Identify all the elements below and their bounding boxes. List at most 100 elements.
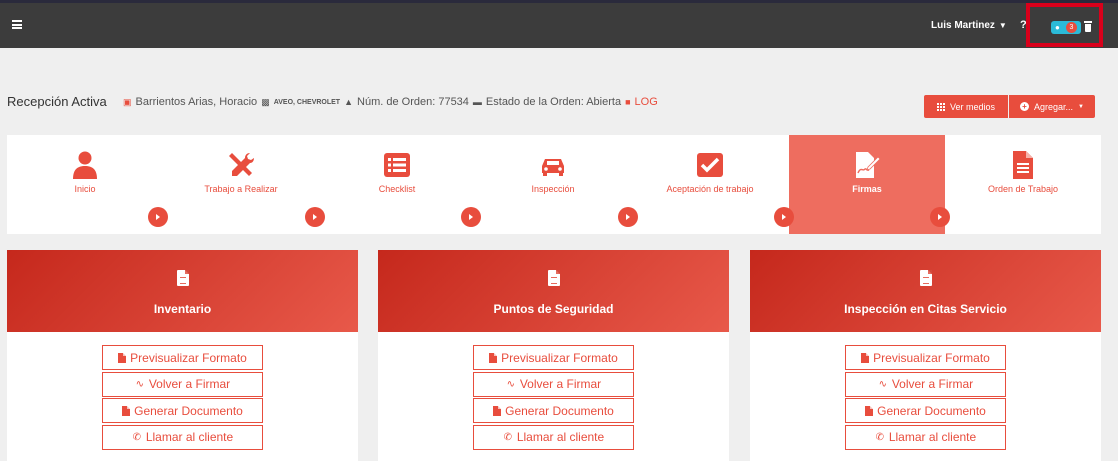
- step-arrow-icon[interactable]: [618, 207, 638, 227]
- check-square-icon: [697, 153, 723, 177]
- step-label: Firmas: [852, 184, 882, 194]
- call-client-button[interactable]: ✆ Llamar al cliente: [473, 424, 634, 450]
- log-link[interactable]: LOG: [635, 96, 658, 108]
- page-title: Recepción Activa: [7, 94, 107, 109]
- step-label: Orden de Trabajo: [987, 184, 1059, 194]
- document-card-inventario: Inventario Previsualizar Formato ∿ Volver…: [7, 250, 358, 461]
- step-arrow-icon[interactable]: [461, 207, 481, 227]
- menu-icon[interactable]: [12, 20, 22, 29]
- call-client-label: Llamar al cliente: [145, 430, 234, 444]
- preview-format-button[interactable]: Previsualizar Formato: [102, 345, 263, 370]
- phone-icon: ✆: [503, 431, 512, 443]
- card-actions: Previsualizar Formato ∿ Volver a Firmar G…: [102, 345, 263, 451]
- resign-button[interactable]: ∿ Volver a Firmar: [102, 371, 263, 397]
- vehicle-info: AVEO, CHEVROLET: [273, 98, 341, 106]
- resign-button[interactable]: ∿ Volver a Firmar: [473, 371, 634, 397]
- file-icon: [865, 405, 874, 416]
- step-orden-de-trabajo[interactable]: Orden de Trabajo: [945, 135, 1101, 234]
- card-header: Inventario: [7, 250, 358, 332]
- user-menu[interactable]: Luis Martinez ▼: [931, 20, 1007, 31]
- agregar-button[interactable]: + Agregar... ▼: [1009, 95, 1095, 118]
- step-aceptacion-de-trabajo[interactable]: Aceptación de trabajo: [631, 135, 789, 234]
- preview-format-button[interactable]: Previsualizar Formato: [845, 345, 1006, 370]
- highlight-box: [1026, 3, 1103, 47]
- file-icon: [122, 405, 131, 416]
- generate-document-label: Generar Documento: [134, 403, 243, 418]
- card-actions: Previsualizar Formato ∿ Volver a Firmar G…: [845, 345, 1006, 451]
- document-icon: [176, 270, 189, 286]
- step-arrow-icon[interactable]: [930, 207, 950, 227]
- reception-info: ▣ Barrientos Arias, Horacio ▩ AVEO, CHEV…: [123, 96, 658, 108]
- card-title: Inspección en Citas Servicio: [844, 302, 1007, 316]
- step-label: Checklist: [378, 184, 416, 194]
- generate-document-label: Generar Documento: [505, 403, 614, 418]
- step-label: Inicio: [74, 184, 96, 194]
- resign-button[interactable]: ∿ Volver a Firmar: [845, 371, 1006, 397]
- file-text-icon: [1013, 151, 1033, 179]
- document-card-puntos-de-seguridad: Puntos de Seguridad Previsualizar Format…: [378, 250, 729, 461]
- tools-icon: [229, 153, 254, 176]
- order-number: Núm. de Orden: 77534: [357, 96, 469, 108]
- order-status: Estado de la Orden: Abierta: [485, 96, 622, 108]
- phone-icon: ✆: [875, 431, 884, 443]
- step-label: Inspección: [531, 184, 575, 194]
- generate-document-button[interactable]: Generar Documento: [102, 398, 263, 423]
- generate-document-button[interactable]: Generar Documento: [473, 398, 634, 423]
- signature-icon: ∿: [135, 378, 144, 390]
- step-inicio[interactable]: Inicio: [7, 135, 163, 234]
- file-icon: [861, 352, 870, 363]
- user-name: Luis Martinez: [931, 20, 995, 31]
- step-arrow-icon[interactable]: [148, 207, 168, 227]
- step-label: Aceptación de trabajo: [666, 184, 754, 194]
- file-icon: [489, 352, 498, 363]
- step-arrow-icon[interactable]: [305, 207, 325, 227]
- chevron-down-icon: ▼: [998, 21, 1007, 30]
- ver-medios-label: Ver medios: [949, 101, 996, 112]
- document-card-inspeccion-citas: Inspección en Citas Servicio Previsualiz…: [750, 250, 1101, 461]
- car-icon: [542, 159, 564, 176]
- card-title: Inventario: [153, 302, 212, 316]
- preview-format-label: Previsualizar Formato: [873, 350, 990, 365]
- step-inspeccion[interactable]: Inspección: [475, 135, 631, 234]
- generate-document-button[interactable]: Generar Documento: [845, 398, 1006, 423]
- step-label: Trabajo a Realizar: [204, 184, 278, 194]
- preview-format-label: Previsualizar Formato: [501, 350, 618, 365]
- document-icon: [547, 270, 560, 286]
- plus-circle-icon: +: [1020, 102, 1029, 111]
- top-navbar: Luis Martinez ▼ ? ● 3: [0, 0, 1118, 48]
- resign-label: Volver a Firmar: [148, 377, 231, 391]
- folder-icon: ▬: [472, 97, 482, 107]
- card-header: Inspección en Citas Servicio: [750, 250, 1101, 332]
- step-arrow-icon[interactable]: [774, 207, 794, 227]
- id-card-icon: ▣: [123, 96, 132, 107]
- call-client-label: Llamar al cliente: [516, 430, 605, 444]
- card-title: Puntos de Seguridad: [493, 302, 614, 316]
- card-actions: Previsualizar Formato ∿ Volver a Firmar G…: [473, 345, 634, 451]
- agregar-label: Agregar...: [1034, 101, 1074, 112]
- signature-icon: ∿: [506, 378, 515, 390]
- generate-document-label: Generar Documento: [877, 403, 986, 418]
- ver-medios-button[interactable]: Ver medios: [924, 95, 1008, 118]
- phone-icon: ✆: [132, 431, 141, 443]
- signature-icon: ∿: [878, 378, 887, 390]
- road-icon: ▲: [344, 97, 354, 107]
- step-trabajo-a-realizar[interactable]: Trabajo a Realizar: [163, 135, 319, 234]
- preview-format-label: Previsualizar Formato: [130, 350, 247, 365]
- card-header: Puntos de Seguridad: [378, 250, 729, 332]
- list-icon: [384, 153, 410, 177]
- resign-label: Volver a Firmar: [891, 377, 974, 391]
- document-icon: [919, 270, 932, 286]
- step-firmas[interactable]: Firmas: [789, 135, 945, 234]
- trash-icon: ■: [625, 97, 631, 107]
- file-icon: [118, 352, 127, 363]
- user-icon: [73, 151, 97, 179]
- grid-icon: [936, 102, 945, 111]
- caret-down-icon: ▼: [1078, 103, 1084, 110]
- preview-format-button[interactable]: Previsualizar Formato: [473, 345, 634, 370]
- call-client-label: Llamar al cliente: [888, 430, 977, 444]
- car-icon: ▩: [261, 96, 270, 107]
- call-client-button[interactable]: ✆ Llamar al cliente: [845, 424, 1006, 450]
- call-client-button[interactable]: ✆ Llamar al cliente: [102, 424, 263, 450]
- client-name: Barrientos Arias, Horacio: [135, 96, 258, 108]
- step-checklist[interactable]: Checklist: [319, 135, 475, 234]
